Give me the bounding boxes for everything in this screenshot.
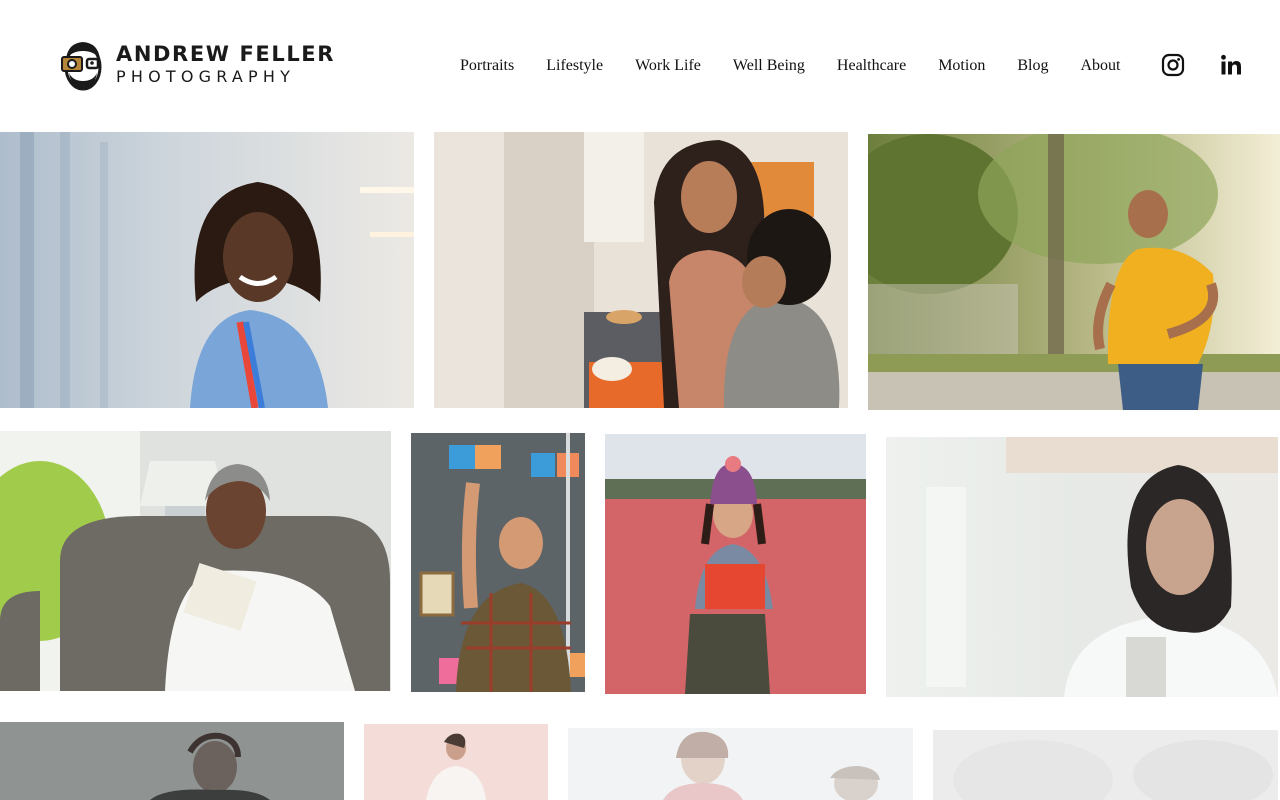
instagram-icon[interactable]	[1160, 52, 1186, 78]
site-logo[interactable]: ANDREW FELLER PHOTOGRAPHY	[60, 36, 335, 94]
gallery-photo-woman-phone-dark[interactable]	[0, 722, 344, 800]
gallery-photo-two-people-outdoors[interactable]	[568, 728, 913, 800]
nav-item-motion[interactable]: Motion	[938, 57, 985, 75]
linkedin-icon[interactable]	[1218, 52, 1244, 78]
gallery-photo-mother-son-kitchen[interactable]	[434, 132, 848, 408]
logo-wordmark-subtitle: PHOTOGRAPHY	[116, 67, 296, 86]
nav-item-lifestyle[interactable]: Lifestyle	[546, 57, 603, 75]
site-header: ANDREW FELLER PHOTOGRAPHY Portraits Life…	[0, 0, 1280, 130]
nav-item-work-life[interactable]: Work Life	[635, 57, 701, 75]
gallery-photo-person-pink-backdrop[interactable]	[364, 724, 548, 800]
nav-item-blog[interactable]: Blog	[1017, 57, 1048, 75]
photographer-face-camera-icon	[60, 37, 106, 93]
nav-item-about[interactable]: About	[1080, 57, 1120, 75]
gallery-photo-grey-backdrop[interactable]	[933, 730, 1278, 800]
gallery-photo-woman-cranberry-bog[interactable]	[605, 434, 866, 694]
main-nav: Portraits Lifestyle Work Life Well Being…	[444, 54, 1136, 78]
gallery-photo-man-running[interactable]	[868, 134, 1280, 410]
gallery-photo-nurse-portrait[interactable]	[0, 132, 414, 408]
gallery-photo-doctor-portrait[interactable]	[886, 437, 1278, 697]
nav-item-well-being[interactable]: Well Being	[733, 57, 805, 75]
nav-item-portraits[interactable]: Portraits	[460, 57, 514, 75]
gallery-photo-woman-reading-armchair[interactable]	[0, 431, 391, 691]
gallery-photo-man-sticky-notes[interactable]	[411, 433, 585, 692]
logo-wordmark-name: ANDREW FELLER	[116, 42, 336, 66]
nav-item-healthcare[interactable]: Healthcare	[837, 57, 906, 75]
